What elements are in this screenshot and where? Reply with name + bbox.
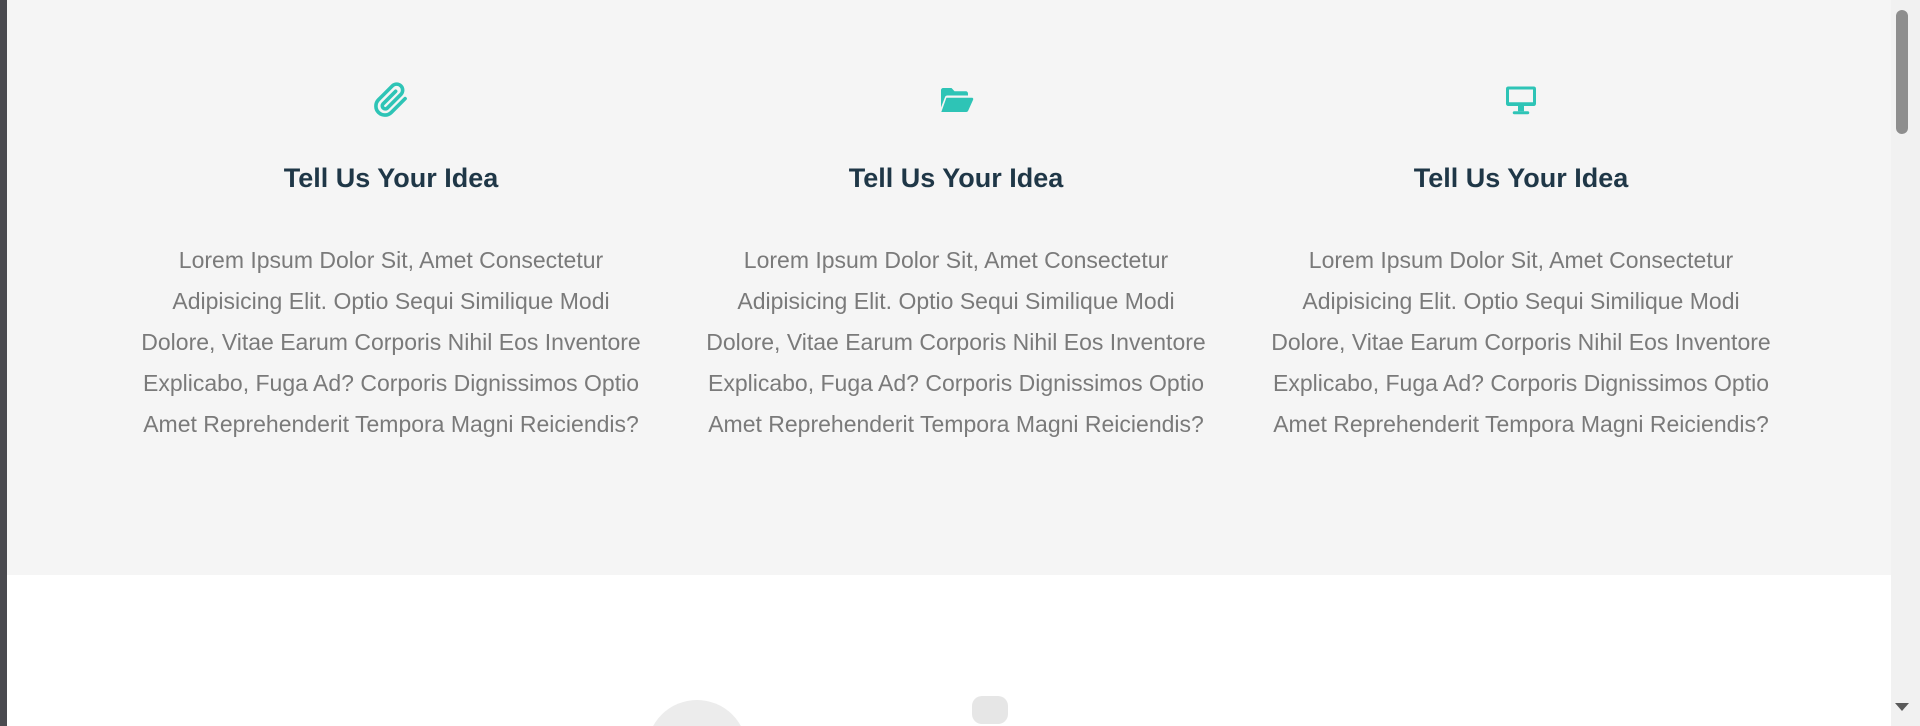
feature-description: Lorem Ipsum Dolor Sit, Amet Consectetur …	[1271, 247, 1771, 437]
desktop-icon	[1503, 82, 1539, 118]
folder-open-icon	[938, 82, 974, 118]
scroll-down-arrow-icon[interactable]	[1895, 703, 1909, 711]
feature-description: Lorem Ipsum Dolor Sit, Amet Consectetur …	[706, 247, 1206, 437]
feature-title: Tell Us Your Idea	[848, 163, 1064, 193]
paperclip-icon	[373, 82, 409, 118]
feature-title: Tell Us Your Idea	[283, 163, 499, 193]
page-viewport: Tell Us Your Idea Lorem Ipsum Dolor Sit,…	[7, 0, 1891, 726]
background-decoration	[972, 696, 1008, 724]
background-decoration	[647, 700, 747, 726]
features-section: Tell Us Your Idea Lorem Ipsum Dolor Sit,…	[7, 0, 1891, 575]
feature-title: Tell Us Your Idea	[1413, 163, 1629, 193]
feature-description: Lorem Ipsum Dolor Sit, Amet Consectetur …	[141, 247, 641, 437]
scrollbar-thumb[interactable]	[1896, 10, 1908, 134]
